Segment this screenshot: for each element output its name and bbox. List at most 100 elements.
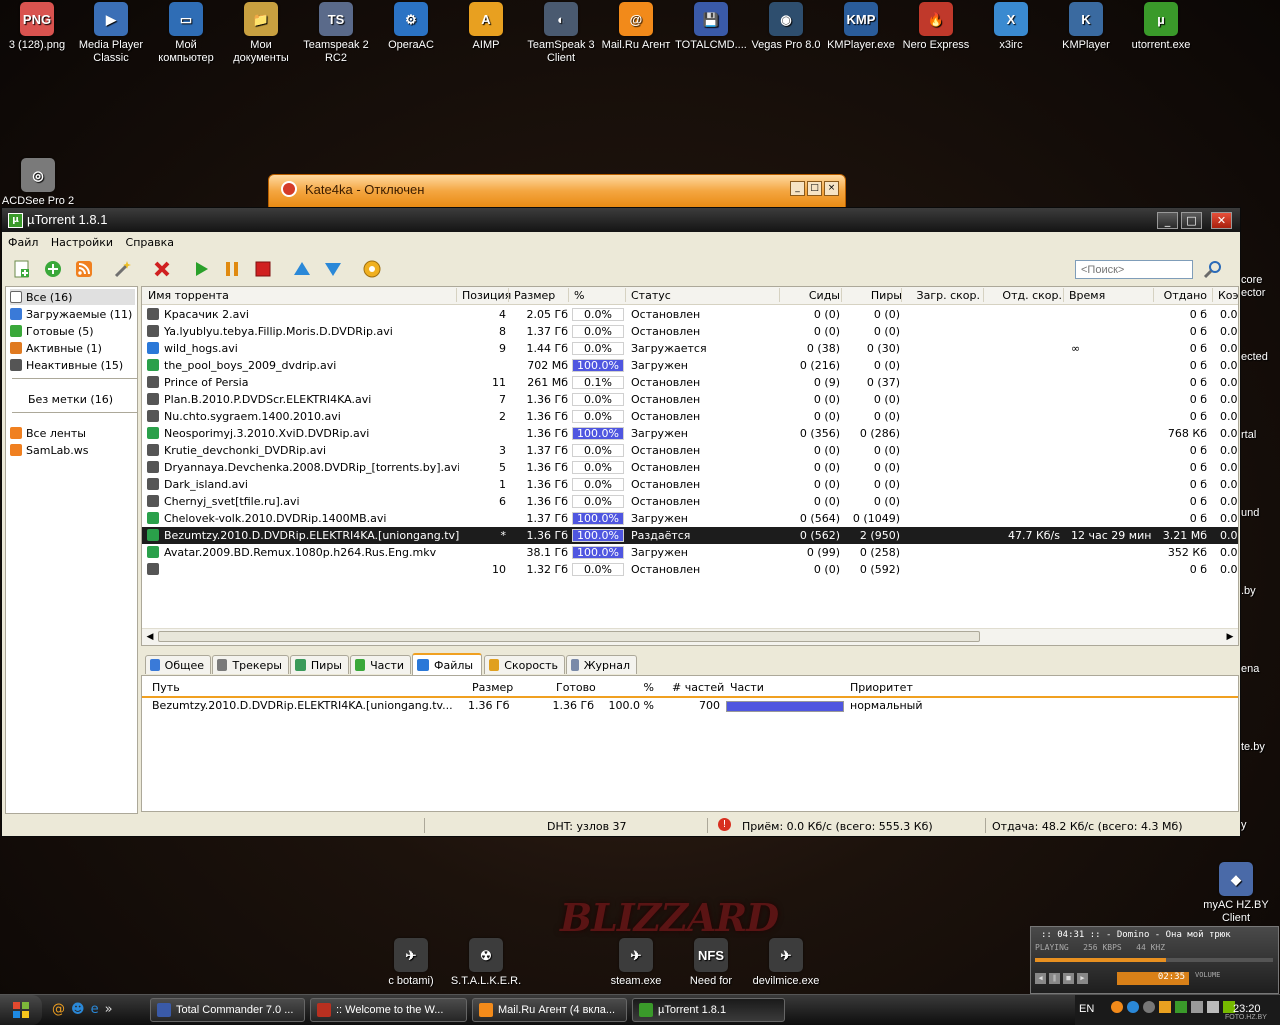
edge-icon-label[interactable]: te.by — [1241, 741, 1265, 753]
sidebar-item-all[interactable]: Все (16) — [10, 289, 135, 305]
rss-button[interactable] — [73, 258, 95, 280]
torrent-row[interactable]: Chernyj_svet[tfile.ru].avi61.36 Гб0.0%Ос… — [142, 493, 1238, 510]
menu-help[interactable]: Справка — [120, 234, 177, 249]
add-torrent-button[interactable] — [11, 258, 33, 280]
file-column-header[interactable]: % — [642, 681, 654, 694]
tab-files[interactable]: Файлы — [412, 653, 482, 675]
taskbar-utorrent[interactable]: µTorrent 1.8.1 — [632, 998, 785, 1022]
desktop-icon[interactable]: ◉Vegas Pro 8.0 — [749, 2, 823, 52]
torrent-row[interactable]: Dryannaya.Devchenka.2008.DVDRip_[torrent… — [142, 459, 1238, 476]
scroll-right-arrow-icon[interactable]: ▶ — [1223, 630, 1237, 644]
column-header[interactable]: Размер — [514, 289, 555, 302]
menu-file[interactable]: Файл — [2, 234, 41, 249]
search-button[interactable] — [1202, 260, 1224, 283]
minimize-button[interactable]: _ — [1157, 212, 1178, 229]
torrent-row[interactable]: Dark_island.avi11.36 Гб0.0%Остановлен0 (… — [142, 476, 1238, 493]
column-divider[interactable] — [456, 288, 457, 302]
edge-icon-label[interactable]: ector — [1241, 287, 1265, 299]
tab-peers[interactable]: Пиры — [290, 655, 349, 674]
utorrent-titlebar[interactable]: µ µTorrent 1.8.1 _ □ ✕ — [2, 208, 1240, 232]
sidebar-item-no-label[interactable]: Без метки (16) — [28, 391, 113, 407]
taskbar-browser[interactable]: :: Welcome to the W... — [310, 998, 467, 1022]
column-header[interactable]: Коэ. — [1218, 289, 1239, 302]
torrent-row[interactable]: Plan.B.2010.P.DVDScr.ELEKTRI4KA.avi71.36… — [142, 391, 1238, 408]
desktop-icon[interactable]: Xx3irc — [974, 2, 1048, 52]
kate-window[interactable]: Kate4ka - Отключен _ □ × — [268, 174, 846, 208]
torrent-row[interactable]: Bezumtzy.2010.D.DVDRip.ELEKTRI4KA.[union… — [142, 527, 1238, 544]
sidebar-item-downloading[interactable]: Загружаемые (11) — [10, 306, 132, 322]
network-tray-icon[interactable] — [1127, 1001, 1139, 1013]
column-divider[interactable] — [983, 288, 984, 302]
prev-icon[interactable]: ◀ — [1035, 973, 1046, 984]
start-button[interactable] — [190, 258, 212, 280]
desktop-icon[interactable]: ✈c botami) — [374, 938, 448, 988]
desktop-icon[interactable]: 📁Мои документы — [224, 2, 298, 65]
tab-trackers[interactable]: Трекеры — [212, 655, 289, 674]
file-column-header[interactable]: Путь — [152, 681, 180, 694]
desktop-icon[interactable]: ◐TeamSpeak 3 Client — [524, 2, 598, 65]
torrent-row[interactable]: Neosporimyj.3.2010.XviD.DVDRip.avi1.36 Г… — [142, 425, 1238, 442]
desktop-icon[interactable]: ✈devilmice.exe — [749, 938, 823, 988]
volume-tray-icon[interactable] — [1207, 1001, 1219, 1013]
desktop-icon[interactable]: ✈steam.exe — [599, 938, 673, 988]
torrent-row[interactable]: Prince of Persia11261 Мб0.1%Остановлен0 … — [142, 374, 1238, 391]
sidebar-item-all-feeds[interactable]: Все ленты — [10, 425, 86, 441]
desktop-icon[interactable]: KMPKMPlayer.exe — [824, 2, 898, 52]
file-column-header[interactable]: Размер — [472, 681, 506, 694]
media-player-widget[interactable]: :: 04:31 :: - Domino - Она мой трюк PLAY… — [1030, 926, 1279, 994]
file-column-header[interactable]: Приоритет — [850, 681, 913, 694]
horizontal-scrollbar[interactable]: ◀ ▶ — [142, 628, 1238, 645]
desktop-icon[interactable]: AAIMP — [449, 2, 523, 52]
file-column-header[interactable]: Части — [730, 681, 764, 694]
move-down-button[interactable] — [322, 258, 344, 280]
mail-agent-tray-icon[interactable] — [1111, 1001, 1123, 1013]
remove-button[interactable] — [151, 258, 173, 280]
torrent-row[interactable]: the_pool_boys_2009_dvdrip.avi702 Мб100.0… — [142, 357, 1238, 374]
column-divider[interactable] — [779, 288, 780, 302]
desktop-icon[interactable]: TSTeamspeak 2 RC2 — [299, 2, 373, 65]
create-torrent-button[interactable] — [112, 258, 134, 280]
edge-icon-label[interactable]: .by — [1241, 585, 1256, 597]
edge-icon-label[interactable]: core — [1241, 274, 1262, 286]
column-header[interactable]: Сиды — [785, 289, 840, 302]
edge-icon-label[interactable]: und — [1241, 507, 1259, 519]
column-header[interactable]: Загр. скор. — [907, 289, 980, 302]
stop-icon[interactable]: ■ — [1063, 973, 1074, 984]
desktop-icon[interactable]: 💾TOTALCMD.... — [674, 2, 748, 52]
kate-maximize-button[interactable]: □ — [807, 181, 822, 196]
column-header[interactable]: Позиция — [462, 289, 511, 302]
sidebar-item-active[interactable]: Активные (1) — [10, 340, 102, 356]
torrent-row[interactable]: Krutie_devchonki_DVDRip.avi31.37 Гб0.0%О… — [142, 442, 1238, 459]
pause-button[interactable] — [221, 258, 243, 280]
scrollbar-thumb[interactable] — [158, 631, 980, 642]
desktop-icon[interactable]: ▶Media Player Classic — [74, 2, 148, 65]
column-divider[interactable] — [1153, 288, 1154, 302]
more-quick-launch-icon[interactable]: » — [105, 1002, 113, 1017]
warning-icon[interactable]: ! — [718, 818, 731, 831]
desktop-icon[interactable]: µutorrent.exe — [1124, 2, 1198, 52]
sidebar-item-inactive[interactable]: Неактивные (15) — [10, 357, 123, 373]
kate-close-button[interactable]: × — [824, 181, 839, 196]
start-button[interactable] — [0, 995, 42, 1025]
taskbar-total-commander[interactable]: Total Commander 7.0 ... — [150, 998, 305, 1022]
desktop-icon[interactable]: PNG3 (128).png — [0, 2, 74, 52]
language-indicator[interactable]: EN — [1079, 1003, 1094, 1015]
edge-icon-label[interactable]: y — [1241, 819, 1247, 831]
scroll-left-arrow-icon[interactable]: ◀ — [143, 630, 157, 644]
tray-icon[interactable] — [1143, 1001, 1155, 1013]
taskbar-mail-agent[interactable]: Mail.Ru Агент (4 вкла... — [472, 998, 627, 1022]
torrent-row[interactable]: 101.32 Гб0.0%Остановлен0 (0)0 (592)0 б0.… — [142, 561, 1238, 578]
tab-pieces[interactable]: Части — [350, 655, 411, 674]
desktop-icon[interactable]: KKMPlayer — [1049, 2, 1123, 52]
column-divider[interactable] — [1063, 288, 1064, 302]
next-icon[interactable]: ▶ — [1077, 973, 1088, 984]
internet-explorer-icon[interactable]: e — [91, 1002, 99, 1017]
desktop-icon[interactable]: ⚙OperaAC — [374, 2, 448, 52]
aimp-tray-icon[interactable] — [1159, 1001, 1171, 1013]
column-divider[interactable] — [568, 288, 569, 302]
stop-button[interactable] — [252, 258, 274, 280]
player-seek-bar[interactable] — [1035, 958, 1273, 962]
torrent-row[interactable]: wild_hogs.avi91.44 Гб0.0%Загружается0 (3… — [142, 340, 1238, 357]
column-header[interactable]: Отдано — [1159, 289, 1207, 302]
column-divider[interactable] — [625, 288, 626, 302]
